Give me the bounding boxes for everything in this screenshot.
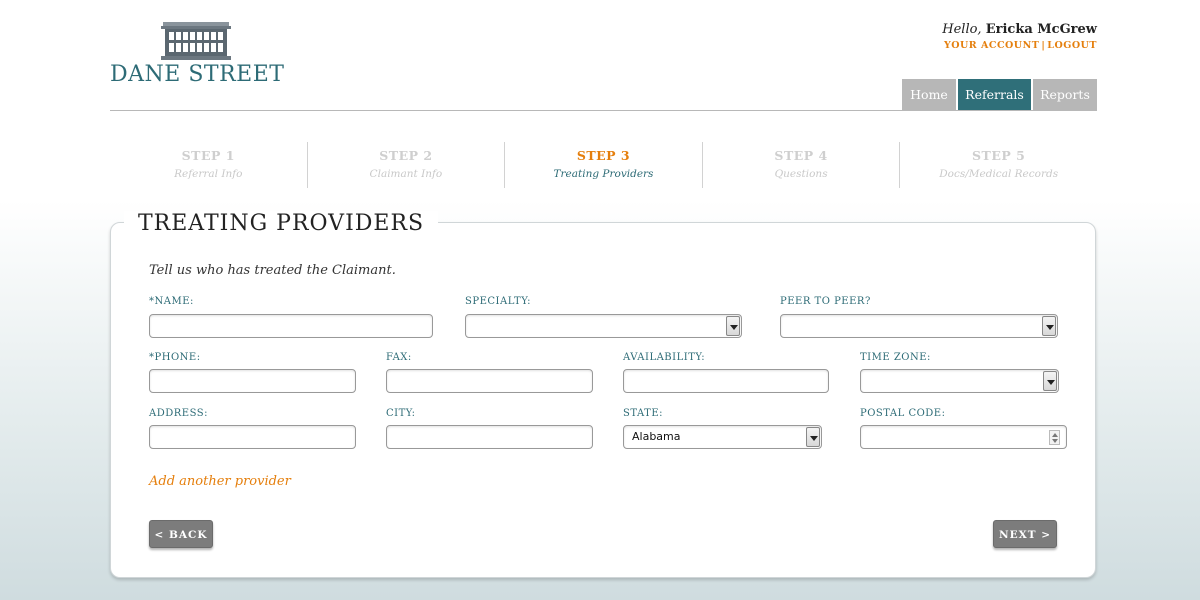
time-zone-label: TIME ZONE: xyxy=(860,352,931,363)
treating-providers-panel: TREATING PROVIDERS Tell us who has treat… xyxy=(110,211,1096,578)
address-input[interactable] xyxy=(149,425,356,449)
dane-street-logo[interactable]: DANE STREET xyxy=(110,22,285,92)
phone-label: *PHONE: xyxy=(149,352,201,363)
city-label: CITY: xyxy=(386,408,416,419)
fax-label: FAX: xyxy=(386,352,412,363)
chevron-down-icon xyxy=(806,427,820,447)
form-intro: Tell us who has treated the Claimant. xyxy=(149,263,396,278)
postal-code-label: POSTAL CODE: xyxy=(860,408,946,419)
name-label: *NAME: xyxy=(149,296,194,307)
step-5[interactable]: STEP 5 Docs/Medical Records xyxy=(900,142,1097,188)
step-title: STEP 4 xyxy=(774,148,828,163)
chevron-down-icon xyxy=(726,316,740,336)
availability-input[interactable] xyxy=(623,369,829,393)
user-greeting: Hello, Ericka McGrew xyxy=(942,22,1097,37)
peer-to-peer-select[interactable] xyxy=(780,314,1058,338)
step-2[interactable]: STEP 2 Claimant Info xyxy=(308,142,506,188)
header-divider xyxy=(110,110,1097,111)
state-selected-value: Alabama xyxy=(632,430,681,443)
specialty-select[interactable] xyxy=(465,314,742,338)
panel-title: TREATING PROVIDERS xyxy=(124,211,439,236)
nav-reports[interactable]: Reports xyxy=(1033,79,1097,110)
step-subtitle: Docs/Medical Records xyxy=(939,168,1059,180)
time-zone-select[interactable] xyxy=(860,369,1059,393)
state-label: STATE: xyxy=(623,408,663,419)
postal-code-input[interactable] xyxy=(860,425,1067,449)
add-provider-link[interactable]: Add another provider xyxy=(149,474,291,489)
main-nav: Home Referrals Reports xyxy=(902,79,1097,111)
step-title: STEP 1 xyxy=(181,148,235,163)
fax-input[interactable] xyxy=(386,369,593,393)
phone-input[interactable] xyxy=(149,369,356,393)
step-3[interactable]: STEP 3 Treating Providers xyxy=(505,142,703,188)
step-4[interactable]: STEP 4 Questions xyxy=(703,142,901,188)
step-title: STEP 2 xyxy=(379,148,433,163)
building-logo-icon xyxy=(161,22,231,60)
nav-home[interactable]: Home xyxy=(902,79,956,110)
logout-link[interactable]: LOGOUT xyxy=(1047,40,1097,51)
name-input[interactable] xyxy=(149,314,433,338)
step-subtitle: Questions xyxy=(774,168,828,180)
user-name: Ericka McGrew xyxy=(985,22,1097,37)
next-button[interactable]: NEXT > xyxy=(993,520,1057,548)
city-input[interactable] xyxy=(386,425,593,449)
availability-label: AVAILABILITY: xyxy=(623,352,706,363)
state-select[interactable]: Alabama xyxy=(623,425,822,449)
greeting-hello: Hello, xyxy=(942,22,982,37)
number-spinner-icon[interactable] xyxy=(1049,430,1060,445)
chevron-down-icon xyxy=(1043,371,1057,391)
peer-to-peer-label: PEER TO PEER? xyxy=(780,296,871,307)
brand-name: DANE STREET xyxy=(110,62,285,87)
chevron-down-icon xyxy=(1042,316,1056,336)
specialty-label: SPECIALTY: xyxy=(465,296,531,307)
link-separator: | xyxy=(1041,40,1046,51)
address-label: ADDRESS: xyxy=(149,408,208,419)
your-account-link[interactable]: YOUR ACCOUNT xyxy=(944,40,1039,51)
step-title: STEP 5 xyxy=(972,148,1026,163)
step-subtitle: Treating Providers xyxy=(553,168,654,180)
step-title: STEP 3 xyxy=(576,148,631,163)
account-links: YOUR ACCOUNT | LOGOUT xyxy=(944,40,1097,51)
step-subtitle: Claimant Info xyxy=(369,168,443,180)
step-1[interactable]: STEP 1 Referral Info xyxy=(110,142,308,188)
step-progress: STEP 1 Referral Info STEP 2 Claimant Inf… xyxy=(110,142,1097,188)
step-subtitle: Referral Info xyxy=(174,168,243,180)
nav-referrals[interactable]: Referrals xyxy=(958,79,1031,111)
back-button[interactable]: < BACK xyxy=(149,520,213,548)
